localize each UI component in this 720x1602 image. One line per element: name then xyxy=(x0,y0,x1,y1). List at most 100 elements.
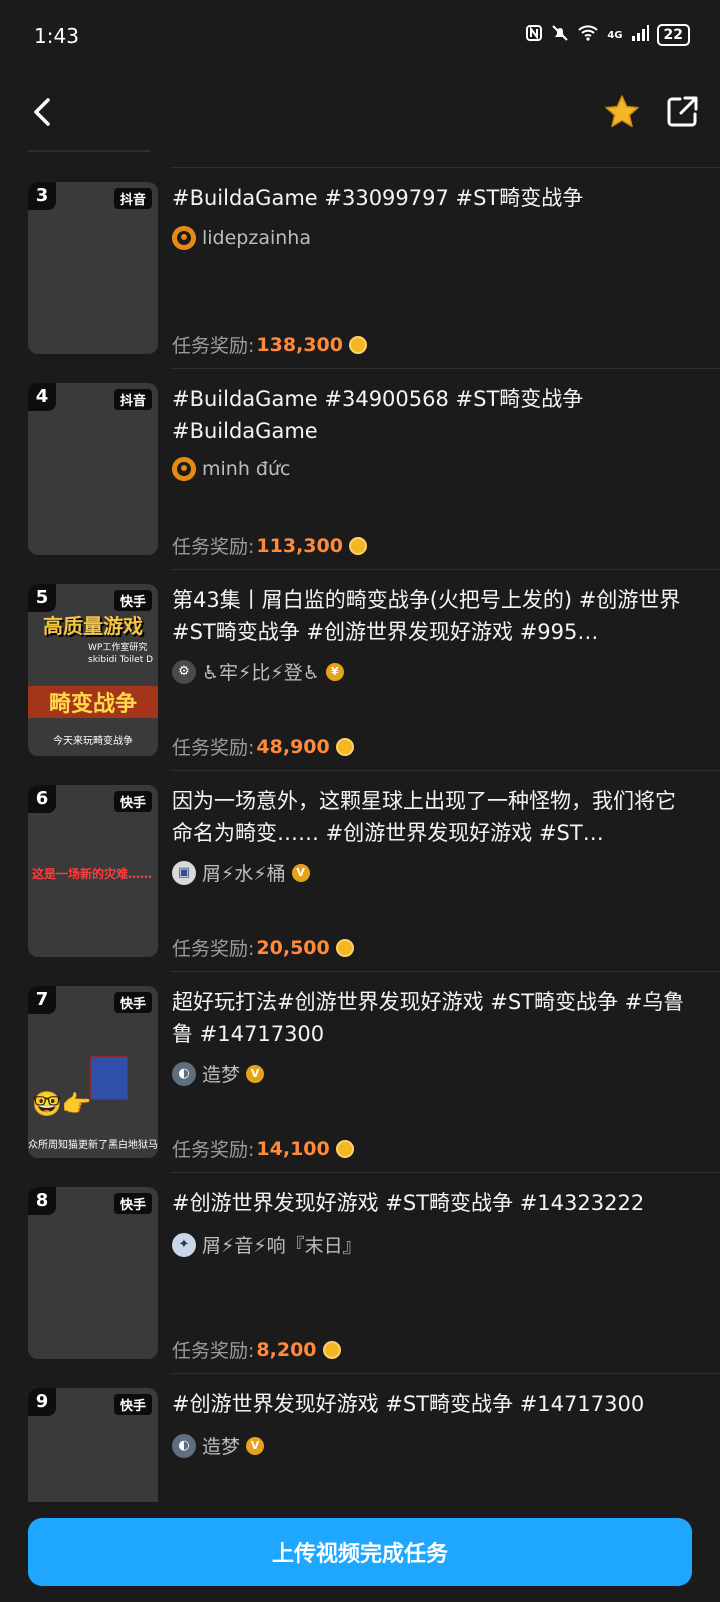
rank-badge: 4 xyxy=(28,383,56,411)
share-button[interactable] xyxy=(664,94,700,130)
platform-badge: 快手 xyxy=(113,1394,152,1415)
rank-badge: 9 xyxy=(28,1388,56,1416)
reward: 任务奖励: 20,500 xyxy=(172,934,354,961)
avatar xyxy=(172,457,196,481)
thumbnail-caption: 这是一场新的灾难…… xyxy=(32,867,153,881)
thumbnail-emoji: 🤓👉 xyxy=(32,1090,92,1118)
thumbnail-subtext: WP工作室研究 xyxy=(88,643,148,653)
platform-badge: 快手 xyxy=(113,992,152,1013)
thumbnail-text: WP工作室研究 skibidi Toilet D xyxy=(88,642,153,666)
author-name: ♿牢⚡比⚡登♿ xyxy=(202,662,320,684)
verified-badge-icon: V xyxy=(246,1436,265,1455)
thumbnail-caption: 众所周知猫更新了黑白地狱马桶 xyxy=(28,1140,158,1151)
video-thumbnail[interactable]: 3 抖音 xyxy=(28,182,158,354)
video-thumbnail[interactable]: 9 快手 xyxy=(28,1388,158,1502)
status-bar: 1:43 4G 22 xyxy=(0,0,720,72)
thumbnail-subtext: skibidi Toilet D xyxy=(88,655,154,665)
status-icons: 4G 22 xyxy=(525,24,690,46)
list-item[interactable]: 3 抖音 #BuildaGame #33099797 #ST畸变战争 lidep… xyxy=(0,168,720,369)
reward-value: 20,500 xyxy=(256,936,330,959)
upload-video-button[interactable]: 上传视频完成任务 xyxy=(28,1518,692,1586)
reward-label: 任务奖励: xyxy=(172,938,255,960)
video-title: 超好玩打法#创游世界发现好游戏 #ST畸变战争 #乌鲁鲁 #14717300 xyxy=(172,990,685,1046)
reward-value: 113,300 xyxy=(256,534,343,557)
coin-icon xyxy=(335,1139,354,1158)
author: ⚙ ♿牢⚡比⚡登♿ ¥ xyxy=(172,658,344,685)
reward: 任务奖励: 8,200 xyxy=(172,1336,341,1363)
video-thumbnail[interactable]: 高质量游戏 WP工作室研究 skibidi Toilet D 畸变战争 今天来玩… xyxy=(28,584,158,756)
previous-item-edge xyxy=(28,150,150,152)
author: ◐ 造梦 V xyxy=(172,1060,265,1087)
video-title: 因为一场意外，这颗星球上出现了一种怪物，我们将它命名为畸变…… #创游世界发现好… xyxy=(172,789,676,845)
reward: 任务奖励: 14,100 xyxy=(172,1135,354,1162)
author-name: lidepzainha xyxy=(202,227,311,249)
status-time: 1:43 xyxy=(34,24,79,48)
video-title: #创游世界发现好游戏 #ST畸变战争 #14323222 xyxy=(172,1191,645,1215)
reward-label: 任务奖励: xyxy=(172,335,255,357)
author: ◐ 造梦 V xyxy=(172,1432,265,1459)
mute-icon xyxy=(551,24,569,46)
platform-badge: 抖音 xyxy=(113,389,152,410)
rank-badge: 6 xyxy=(28,785,56,813)
author-name: 屑⚡音⚡响『末日』 xyxy=(202,1235,362,1257)
reward: 任务奖励: 48,900 xyxy=(172,733,354,760)
back-button[interactable] xyxy=(24,90,64,134)
video-thumbnail[interactable]: 8 快手 xyxy=(28,1187,158,1359)
reward: 任务奖励: 138,300 xyxy=(172,331,367,358)
signal-icon xyxy=(631,25,649,45)
video-title: 第43集丨屑白监的畸变战争(火把号上发的) #创游世界 #ST畸变战争 #创游世… xyxy=(172,588,681,644)
platform-badge: 快手 xyxy=(113,1193,152,1214)
reward-label: 任务奖励: xyxy=(172,737,255,759)
video-thumbnail[interactable]: 这是一场新的灾难…… 6 快手 xyxy=(28,785,158,957)
list-item[interactable]: 9 快手 #创游世界发现好游戏 #ST畸变战争 #14717300 ◐ 造梦 V xyxy=(0,1374,720,1502)
reward-value: 8,200 xyxy=(256,1338,317,1361)
battery-indicator: 22 xyxy=(656,24,690,46)
task-video-list[interactable]: 3 抖音 #BuildaGame #33099797 #ST畸变战争 lidep… xyxy=(0,150,720,1502)
coin-icon xyxy=(348,536,367,555)
favorite-button[interactable] xyxy=(602,92,642,132)
reward-label: 任务奖励: xyxy=(172,1340,255,1362)
platform-badge: 快手 xyxy=(113,791,152,812)
verified-badge-icon: V xyxy=(291,863,310,882)
author: minh đức xyxy=(172,457,290,481)
bottom-bar: 上传视频完成任务 xyxy=(0,1502,720,1602)
verified-badge-icon: ¥ xyxy=(325,662,344,681)
author-name: 造梦 xyxy=(202,1064,241,1086)
reward: 任务奖励: 113,300 xyxy=(172,532,367,559)
author: ▣ 屑⚡水⚡桶 V xyxy=(172,859,310,886)
reward-value: 138,300 xyxy=(256,333,343,356)
reward-label: 任务奖励: xyxy=(172,536,255,558)
avatar: ◐ xyxy=(172,1433,196,1458)
list-item[interactable]: 4 抖音 #BuildaGame #34900568 #ST畸变战争 #Buil… xyxy=(0,369,720,570)
reward-value: 14,100 xyxy=(256,1137,330,1160)
nfc-icon xyxy=(525,24,543,46)
reward-value: 48,900 xyxy=(256,735,330,758)
rank-badge: 5 xyxy=(28,584,56,612)
video-title: #BuildaGame #34900568 #ST畸变战争 #BuildaGam… xyxy=(172,387,584,443)
share-icon xyxy=(667,96,698,127)
video-thumbnail[interactable]: 4 抖音 xyxy=(28,383,158,555)
rank-badge: 8 xyxy=(28,1187,56,1215)
coin-icon xyxy=(335,737,354,756)
platform-badge: 抖音 xyxy=(113,188,152,209)
list-item[interactable]: 高质量游戏 WP工作室研究 skibidi Toilet D 畸变战争 今天来玩… xyxy=(0,570,720,771)
author-name: 屑⚡水⚡桶 xyxy=(202,863,286,885)
verified-badge-icon: V xyxy=(246,1064,265,1083)
reward-label: 任务奖励: xyxy=(172,1139,255,1161)
coin-icon xyxy=(348,335,367,354)
thumbnail-text: 高质量游戏 xyxy=(43,614,143,638)
list-item[interactable]: 8 快手 #创游世界发现好游戏 #ST畸变战争 #14323222 ✦ 屑⚡音⚡… xyxy=(0,1173,720,1374)
list-item[interactable]: 🤓👉 众所周知猫更新了黑白地狱马桶 7 快手 超好玩打法#创游世界发现好游戏 #… xyxy=(0,972,720,1173)
rank-badge: 7 xyxy=(28,986,56,1014)
video-thumbnail[interactable]: 🤓👉 众所周知猫更新了黑白地狱马桶 7 快手 xyxy=(28,986,158,1158)
author: lidepzainha xyxy=(172,226,311,250)
rank-badge: 3 xyxy=(28,182,56,210)
thumbnail-caption: 今天来玩畸变战争 xyxy=(53,736,133,747)
avatar: ▣ xyxy=(172,860,196,885)
author-name: 造梦 xyxy=(202,1436,241,1458)
avatar: ⚙ xyxy=(172,659,196,684)
coin-icon xyxy=(335,938,354,957)
list-item[interactable]: 这是一场新的灾难…… 6 快手 因为一场意外，这颗星球上出现了一种怪物，我们将它… xyxy=(0,771,720,972)
thumbnail-poster xyxy=(90,1056,128,1100)
avatar: ◐ xyxy=(172,1061,196,1086)
